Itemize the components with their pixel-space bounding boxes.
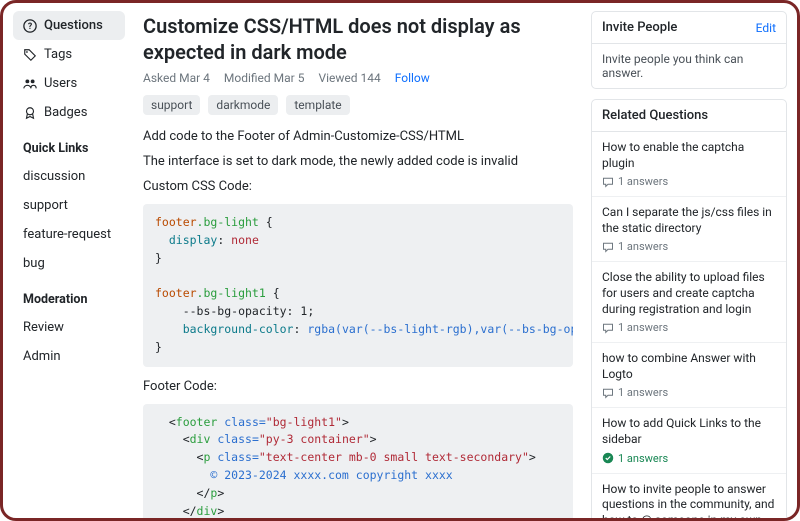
related-question-answers: 1 answers (602, 240, 776, 253)
sidebar-item-label: Tags (44, 47, 72, 62)
related-question-answers: 1 answers (602, 452, 776, 465)
footer-code-label: Footer Code: (143, 379, 573, 394)
sidebar-item-label: support (23, 198, 68, 213)
sidebar-item-label: bug (23, 256, 45, 271)
related-question-item[interactable]: How to enable the captcha plugin 1 answer… (592, 132, 786, 196)
body-paragraph: Add code to the Footer of Admin-Customiz… (143, 129, 573, 144)
related-question-title: How to invite people to answer questions… (602, 482, 776, 521)
comment-icon (602, 387, 614, 399)
follow-link[interactable]: Follow (395, 71, 430, 85)
related-title: Related Questions (602, 108, 708, 123)
sidebar-item-label: Questions (44, 18, 103, 33)
sidebar-item-feature-request[interactable]: feature-request (13, 220, 125, 249)
question-title: Customize CSS/HTML does not display as e… (143, 13, 573, 65)
sidebar-item-tags[interactable]: Tags (13, 40, 125, 69)
invite-card: Invite People Edit Invite people you thi… (591, 11, 787, 89)
sidebar-section-quicklinks: Quick Links (13, 127, 125, 162)
related-question-title: How to enable the captcha plugin (602, 140, 776, 171)
invite-title: Invite People (602, 20, 677, 35)
sidebar-item-label: Users (44, 76, 77, 91)
tag-darkmode[interactable]: darkmode (208, 95, 278, 115)
css-code-block: footer.bg-light { display: none } footer… (143, 204, 573, 367)
sidebar-item-admin[interactable]: Admin (13, 342, 125, 371)
related-question-item[interactable]: How to invite people to answer questions… (592, 473, 786, 521)
question-icon: ? (23, 19, 37, 33)
related-question-item[interactable]: Close the ability to upload files for us… (592, 261, 786, 342)
sidebar-item-questions[interactable]: ? Questions (13, 11, 125, 40)
sidebar-item-badges[interactable]: Badges (13, 98, 125, 127)
related-question-title: how to combine Answer with Logto (602, 351, 776, 382)
question-meta: Asked Mar 4 Modified Mar 5 Viewed 144 Fo… (143, 71, 573, 85)
sidebar-item-users[interactable]: Users (13, 69, 125, 98)
badge-icon (23, 106, 37, 120)
sidebar-item-review[interactable]: Review (13, 313, 125, 342)
main-content: Customize CSS/HTML does not display as e… (129, 3, 587, 518)
comment-icon (602, 322, 614, 334)
related-question-title: Can I separate the js/css files in the s… (602, 205, 776, 236)
meta-modified: Modified Mar 5 (224, 71, 305, 85)
meta-asked: Asked Mar 4 (143, 71, 210, 85)
comment-icon (602, 176, 614, 188)
tag-support[interactable]: support (143, 95, 200, 115)
meta-viewed: Viewed 144 (318, 71, 380, 85)
users-icon (23, 77, 37, 91)
sidebar-item-label: feature-request (23, 227, 111, 242)
sidebar-item-discussion[interactable]: discussion (13, 162, 125, 191)
sidebar-item-support[interactable]: support (13, 191, 125, 220)
related-question-answers: 1 answers (602, 386, 776, 399)
tag-template[interactable]: template (286, 95, 349, 115)
comment-icon (602, 241, 614, 253)
sidebar-item-bug[interactable]: bug (13, 249, 125, 278)
css-code-label: Custom CSS Code: (143, 179, 573, 194)
related-question-item[interactable]: Can I separate the js/css files in the s… (592, 196, 786, 261)
body-paragraph: The interface is set to dark mode, the n… (143, 154, 573, 169)
tag-list: support darkmode template (143, 95, 573, 115)
sidebar-item-label: Admin (23, 349, 61, 364)
footer-code-block: <footer class="bg-light1"> <div class="p… (143, 404, 573, 519)
sidebar-item-label: Review (23, 320, 64, 335)
related-question-item[interactable]: how to combine Answer with Logto 1 answer… (592, 342, 786, 407)
related-question-item[interactable]: How to add Quick Links to the sidebar 1 a… (592, 407, 786, 472)
related-questions-card: Related Questions How to enable the capt… (591, 99, 787, 521)
sidebar-item-label: Badges (44, 105, 87, 120)
svg-text:?: ? (28, 22, 33, 32)
invite-body: Invite people you think can answer. (592, 44, 786, 88)
tag-icon (23, 48, 37, 62)
related-question-title: How to add Quick Links to the sidebar (602, 416, 776, 447)
sidebar: ? Questions Tags Users Badges Quick Link… (3, 3, 129, 518)
invite-edit-link[interactable]: Edit (756, 21, 776, 35)
right-column: Invite People Edit Invite people you thi… (587, 3, 797, 518)
related-question-answers: 1 answers (602, 321, 776, 334)
related-question-answers: 1 answers (602, 175, 776, 188)
sidebar-section-moderation: Moderation (13, 278, 125, 313)
sidebar-item-label: discussion (23, 169, 85, 184)
related-question-title: Close the ability to upload files for us… (602, 270, 776, 317)
check-circle-icon (602, 452, 614, 464)
